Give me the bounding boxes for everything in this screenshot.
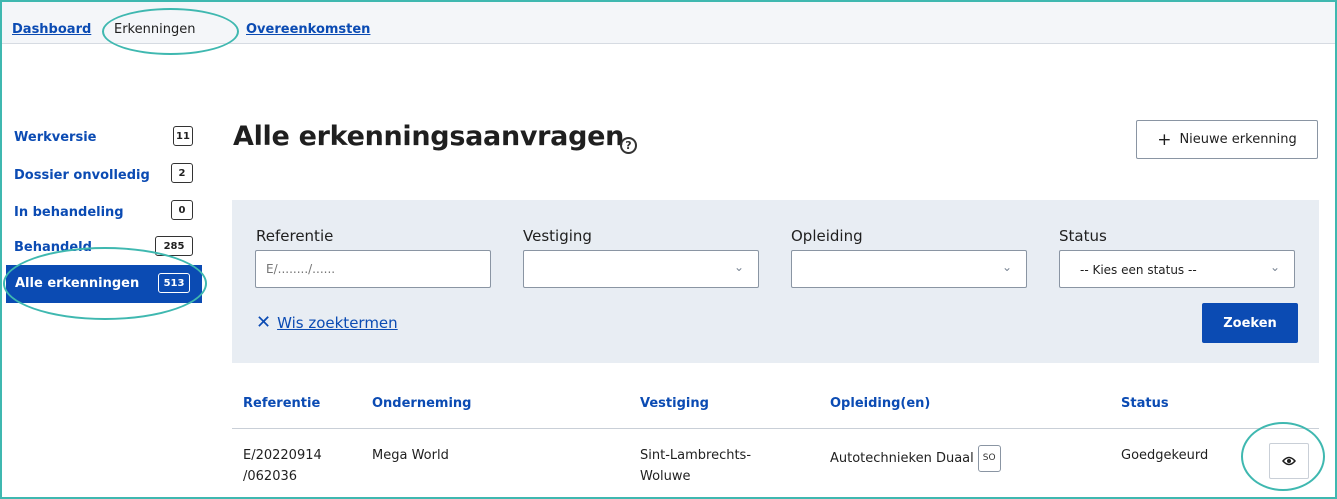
- sidebar-item-behandeld[interactable]: Behandeld: [14, 240, 92, 255]
- chevron-down-icon: ⌄: [733, 260, 744, 274]
- referentie-label: Referentie: [256, 227, 334, 245]
- column-header-opleidingen[interactable]: Opleiding(en): [830, 396, 930, 411]
- column-header-vestiging[interactable]: Vestiging: [640, 396, 709, 411]
- new-erkenning-label: Nieuwe erkenning: [1179, 132, 1297, 147]
- cell-vestiging: Sint-Lambrechts- Woluwe: [640, 445, 751, 487]
- cell-opleiding-label: Autotechnieken Duaal: [830, 451, 974, 466]
- sidebar-item-dossier-onvolledig[interactable]: Dossier onvolledig: [14, 168, 150, 183]
- cell-vestiging-line2: Woluwe: [640, 469, 691, 484]
- clear-search-link[interactable]: ✕ Wis zoektermen: [256, 312, 398, 333]
- sidebar-count-werkversie: 11: [173, 126, 193, 146]
- sidebar-item-in-behandeling[interactable]: In behandeling: [14, 205, 124, 220]
- cell-referentie: E/20220914 /062036: [243, 445, 322, 487]
- table-header-divider: [232, 428, 1319, 429]
- cell-status: Goedgekeurd: [1121, 448, 1209, 463]
- cell-referentie-line2: /062036: [243, 469, 298, 484]
- chevron-down-icon: ⌄: [1001, 260, 1012, 274]
- vestiging-label: Vestiging: [523, 227, 592, 245]
- referentie-input[interactable]: [255, 250, 491, 288]
- new-erkenning-button[interactable]: + Nieuwe erkenning: [1136, 120, 1318, 159]
- view-details-button[interactable]: [1269, 443, 1309, 479]
- column-header-referentie[interactable]: Referentie: [243, 396, 320, 411]
- status-select-value: -- Kies een status --: [1080, 263, 1197, 277]
- sidebar-item-werkversie[interactable]: Werkversie: [14, 130, 96, 145]
- top-navigation: Dashboard Erkenningen Overeenkomsten: [2, 2, 1335, 44]
- sidebar-count-alle-erkenningen: 513: [158, 273, 190, 293]
- plus-icon: +: [1157, 129, 1172, 150]
- cell-vestiging-line1: Sint-Lambrechts-: [640, 448, 752, 463]
- column-header-onderneming[interactable]: Onderneming: [372, 396, 471, 411]
- search-button[interactable]: Zoeken: [1202, 303, 1298, 343]
- sidebar-count-in-behandeling: 0: [171, 200, 193, 220]
- page-title: Alle erkenningsaanvragen: [233, 121, 625, 152]
- opleiding-select[interactable]: ⌄: [791, 250, 1027, 288]
- sidebar-item-alle-erkenningen[interactable]: Alle erkenningen 513: [6, 265, 202, 303]
- cell-opleiding: Autotechnieken Duaal SO: [830, 445, 1001, 472]
- cell-onderneming: Mega World: [372, 448, 449, 463]
- nav-erkenningen-active[interactable]: Erkenningen: [114, 22, 195, 37]
- opleiding-tag-badge: SO: [977, 445, 1001, 472]
- help-circle-icon[interactable]: ?: [620, 137, 637, 154]
- sidebar-count-dossier-onvolledig: 2: [171, 163, 193, 183]
- column-header-status[interactable]: Status: [1121, 396, 1169, 411]
- nav-overeenkomsten-link[interactable]: Overeenkomsten: [246, 22, 370, 37]
- close-icon: ✕: [256, 312, 272, 333]
- opleiding-label: Opleiding: [791, 227, 863, 245]
- clear-search-label: Wis zoektermen: [277, 314, 398, 332]
- vestiging-select[interactable]: ⌄: [523, 250, 759, 288]
- status-select[interactable]: -- Kies een status -- ⌄: [1059, 250, 1295, 288]
- nav-dashboard-link[interactable]: Dashboard: [12, 22, 91, 37]
- chevron-down-icon: ⌄: [1269, 260, 1280, 274]
- sidebar-item-label: Alle erkenningen: [15, 276, 140, 291]
- filter-panel: Referentie Vestiging ⌄ Opleiding ⌄ Statu…: [232, 200, 1319, 363]
- eye-icon: [1282, 456, 1296, 466]
- status-label: Status: [1059, 227, 1107, 245]
- cell-referentie-line1: E/20220914: [243, 448, 322, 463]
- sidebar-count-behandeld: 285: [155, 236, 193, 256]
